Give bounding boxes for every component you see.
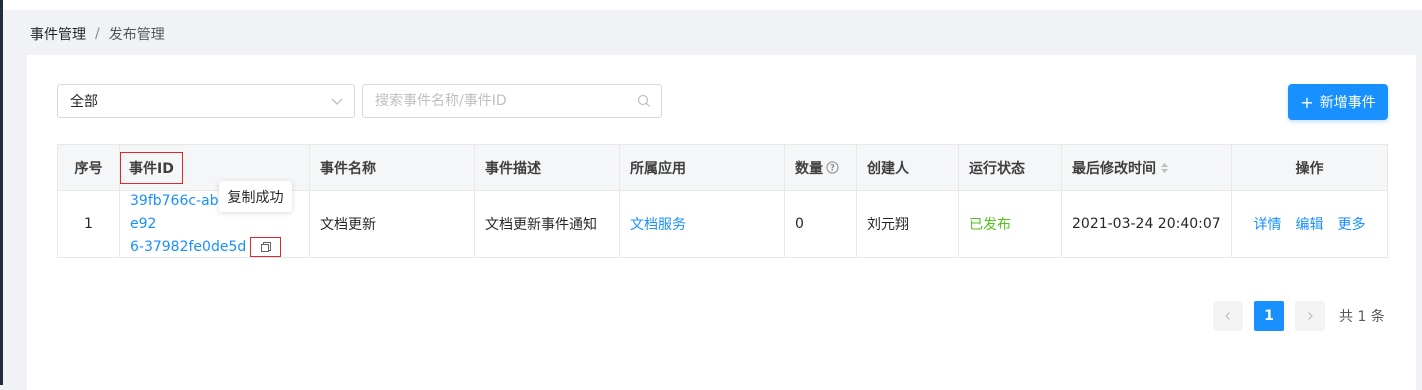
question-circle-icon[interactable]: ? [826, 161, 839, 174]
search-input[interactable] [375, 93, 615, 109]
cell-app: 文档服务 [620, 191, 785, 257]
cell-event-desc: 文档更新事件通知 [475, 191, 620, 257]
header-modified[interactable]: 最后修改时间 [1062, 145, 1232, 190]
chevron-left-icon [1225, 312, 1230, 320]
more-link[interactable]: 更多 [1338, 214, 1366, 234]
header-event-name: 事件名称 [310, 145, 475, 190]
sidebar-edge [0, 0, 3, 385]
header-count: 数量 ? [785, 145, 857, 190]
header-status: 运行状态 [959, 145, 1062, 190]
copy-success-tooltip: 复制成功 [219, 181, 292, 212]
header-modified-label: 最后修改时间 [1072, 160, 1156, 177]
cell-modified: 2021-03-24 20:40:07 [1062, 191, 1232, 257]
breadcrumb-current: 发布管理 [108, 27, 165, 43]
event-id-line2-wrap: 6-37982fe0de5d [130, 236, 282, 259]
status-select[interactable]: 全部 [57, 84, 355, 118]
cell-creator: 刘元翔 [857, 191, 959, 257]
header-count-label: 数量 [795, 160, 823, 177]
chevron-right-icon [1308, 312, 1313, 320]
search-icon[interactable] [637, 94, 651, 112]
detail-link[interactable]: 详情 [1254, 214, 1282, 234]
next-page-button[interactable] [1295, 301, 1325, 331]
header-event-id-label: 事件ID [120, 151, 183, 184]
header-event-desc: 事件描述 [475, 145, 620, 190]
top-strip [3, 0, 1422, 10]
pagination-total: 共 1 条 [1339, 309, 1385, 325]
edit-link[interactable]: 编辑 [1296, 214, 1324, 234]
search-box[interactable] [362, 84, 662, 118]
content-card: 全部 + 新增事件 序号 事件ID 事件名称 事件描述 所属应用 数量 ? [27, 55, 1416, 390]
event-id-link-line2[interactable]: 6-37982fe0de5d [130, 239, 246, 255]
header-app: 所属应用 [620, 145, 785, 190]
header-creator: 创建人 [857, 145, 959, 190]
copy-icon[interactable] [250, 236, 282, 257]
app-link[interactable]: 文档服务 [630, 214, 686, 234]
cell-status: 已发布 [959, 191, 1062, 257]
cell-event-name: 文档更新 [310, 191, 475, 257]
pagination: 1 共 1 条 [1213, 301, 1385, 331]
breadcrumb-parent[interactable]: 事件管理 [30, 24, 86, 44]
header-index: 序号 [58, 145, 120, 190]
prev-page-button[interactable] [1213, 301, 1243, 331]
add-event-label: 新增事件 [1319, 95, 1376, 111]
svg-text:?: ? [830, 164, 835, 174]
page-number[interactable]: 1 [1254, 301, 1284, 331]
sort-icon[interactable] [1160, 162, 1169, 174]
status-select-value: 全部 [70, 94, 98, 110]
breadcrumb: 事件管理 / 发布管理 [30, 24, 165, 44]
add-event-button[interactable]: + 新增事件 [1288, 84, 1388, 120]
status-badge: 已发布 [969, 217, 1011, 233]
plus-icon: + [1300, 92, 1314, 112]
cell-count: 0 [785, 191, 857, 257]
chevron-down-icon [330, 94, 344, 112]
header-ops: 操作 [1295, 160, 1324, 177]
cell-index: 1 [58, 191, 120, 257]
cell-ops: 详情 编辑 更多 [1232, 191, 1387, 257]
breadcrumb-separator: / [95, 26, 100, 42]
